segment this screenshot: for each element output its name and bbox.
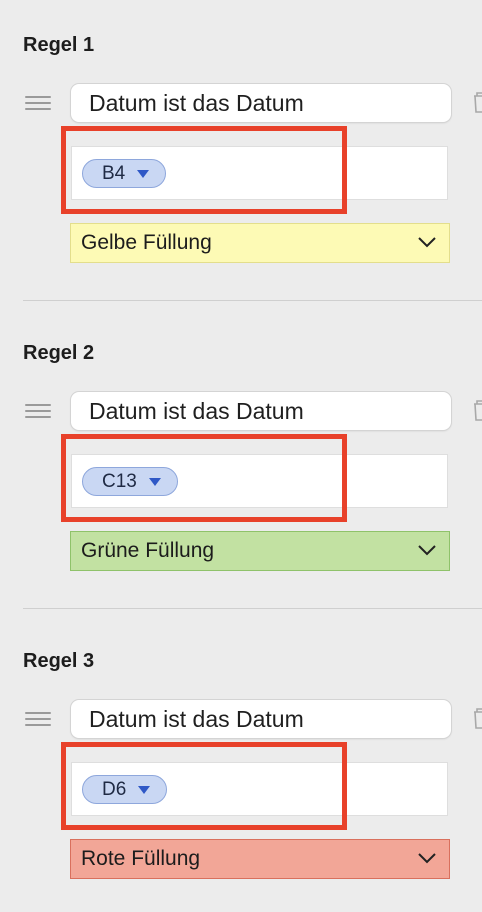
cell-reference-field[interactable]: C13 (71, 454, 448, 508)
fill-style-select[interactable]: Rote Füllung (70, 839, 450, 879)
condition-select[interactable]: Datum ist das Datum (71, 700, 451, 738)
cell-reference-token[interactable]: C13 (82, 467, 178, 496)
fill-style-label: Grüne Füllung (81, 539, 215, 562)
fill-style-label: Rote Füllung (81, 847, 201, 870)
rule-title: Regel 3 (23, 650, 95, 672)
cell-reference-label: B4 (102, 162, 126, 184)
chevron-down-icon (418, 853, 436, 864)
chevron-down-icon (418, 237, 436, 248)
rule-2: Regel 2 Datum ist das Datum C13 Grüne Fü… (0, 308, 482, 616)
rule-title: Regel 2 (23, 342, 95, 364)
cell-reference-label: C13 (102, 470, 137, 492)
dropdown-caret-icon[interactable] (138, 785, 151, 794)
cell-reference-field[interactable]: D6 (71, 762, 448, 816)
dropdown-caret-icon[interactable] (148, 477, 161, 486)
cell-reference-field[interactable]: B4 (71, 146, 448, 200)
divider (23, 300, 482, 301)
cell-reference-token[interactable]: B4 (82, 159, 167, 188)
dropdown-caret-icon[interactable] (137, 169, 150, 178)
conditional-format-rules-panel: Regel 1 Datum ist das Datum B4 Gelbe Fül… (0, 0, 482, 912)
condition-select[interactable]: Datum ist das Datum (71, 392, 451, 430)
condition-select[interactable]: Datum ist das Datum (71, 84, 451, 122)
fill-style-label: Gelbe Füllung (81, 231, 212, 254)
cell-reference-token[interactable]: D6 (82, 775, 168, 804)
rule-3: Regel 3 Datum ist das Datum D6 Rote Füll… (0, 616, 482, 912)
divider (23, 608, 482, 609)
drag-handle-icon[interactable] (25, 404, 51, 420)
trash-icon[interactable] (472, 398, 482, 422)
cell-reference-label: D6 (102, 778, 127, 800)
drag-handle-icon[interactable] (25, 96, 51, 112)
chevron-down-icon (418, 545, 436, 556)
trash-icon[interactable] (472, 90, 482, 114)
fill-style-select[interactable]: Grüne Füllung (70, 531, 450, 571)
trash-icon[interactable] (472, 706, 482, 730)
fill-style-select[interactable]: Gelbe Füllung (70, 223, 450, 263)
drag-handle-icon[interactable] (25, 712, 51, 728)
rule-1: Regel 1 Datum ist das Datum B4 Gelbe Fül… (0, 0, 482, 308)
rule-title: Regel 1 (23, 34, 95, 56)
